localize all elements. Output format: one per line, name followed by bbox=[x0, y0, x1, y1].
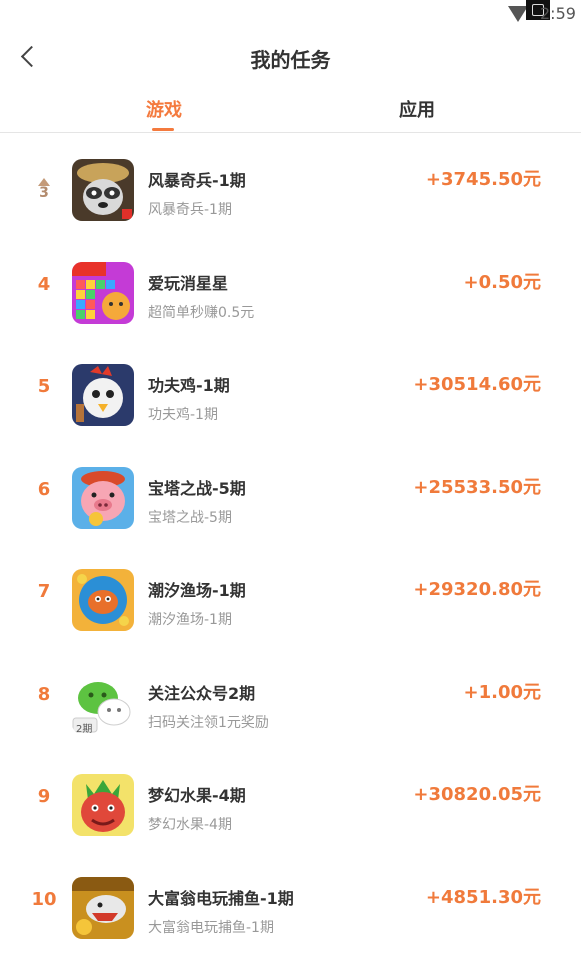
star-puzzle-icon bbox=[72, 262, 134, 324]
task-rank: 5 bbox=[23, 376, 65, 397]
task-reward: +3745.50元 bbox=[426, 165, 541, 191]
task-description: 大富翁电玩捕鱼-1期 bbox=[148, 917, 274, 937]
task-name: 梦幻水果-4期 bbox=[148, 782, 246, 806]
task-row[interactable]: 9 梦幻水果-4期 梦幻水果-4期 +30820.05元 bbox=[0, 748, 581, 851]
task-row[interactable]: 4 爱玩消星星 超简单秒赚0.5元 +0.50元 bbox=[0, 236, 581, 339]
task-description: 梦幻水果-4期 bbox=[148, 814, 232, 834]
task-list: 3 风暴奇兵-1期 风暴奇兵-1期 +3745.50元 4 bbox=[0, 133, 581, 953]
task-reward: +25533.50元 bbox=[413, 473, 541, 499]
task-row[interactable]: 10 大富翁电玩捕鱼-1期 大富翁电玩捕鱼-1期 +4851.30元 bbox=[0, 851, 581, 953]
task-name: 爱玩消星星 bbox=[148, 270, 228, 294]
task-description: 宝塔之战-5期 bbox=[148, 507, 232, 527]
task-rank: 3 bbox=[23, 185, 65, 201]
task-rank: 7 bbox=[23, 581, 65, 602]
task-name: 大富翁电玩捕鱼-1期 bbox=[148, 885, 294, 909]
top-bar: 我的任务 bbox=[0, 30, 581, 86]
task-row[interactable]: 3 风暴奇兵-1期 风暴奇兵-1期 +3745.50元 bbox=[0, 133, 581, 236]
wifi-icon bbox=[508, 6, 528, 22]
task-name: 风暴奇兵-1期 bbox=[148, 167, 246, 191]
pig-coin-icon bbox=[72, 467, 134, 529]
task-rank: 8 bbox=[23, 684, 65, 705]
task-reward: +30820.05元 bbox=[413, 780, 541, 806]
task-rank: 9 bbox=[23, 786, 65, 807]
raccoon-warrior-icon bbox=[72, 159, 134, 221]
tab-apps[interactable]: 应用 bbox=[399, 96, 435, 122]
task-row[interactable]: 6 宝塔之战-5期 宝塔之战-5期 +25533.50元 bbox=[0, 441, 581, 544]
task-rank: 4 bbox=[23, 274, 65, 295]
task-name: 功夫鸡-1期 bbox=[148, 372, 230, 396]
kungfu-rooster-icon bbox=[72, 364, 134, 426]
page-title: 我的任务 bbox=[0, 44, 581, 73]
status-time: 2:59 bbox=[540, 4, 576, 23]
task-name: 宝塔之战-5期 bbox=[148, 475, 246, 499]
task-reward: +0.50元 bbox=[464, 268, 542, 294]
task-name: 潮汐渔场-1期 bbox=[148, 577, 246, 601]
task-description: 功夫鸡-1期 bbox=[148, 404, 218, 424]
task-description: 潮汐渔场-1期 bbox=[148, 609, 232, 629]
task-description: 超简单秒赚0.5元 bbox=[148, 302, 254, 322]
task-description: 扫码关注领1元奖励 bbox=[148, 712, 269, 732]
tab-games[interactable]: 游戏 bbox=[146, 96, 182, 122]
fruit-monster-icon bbox=[72, 774, 134, 836]
task-reward: +30514.60元 bbox=[413, 370, 541, 396]
wechat-badge: 2期 bbox=[76, 720, 92, 735]
task-reward: +1.00元 bbox=[464, 678, 542, 704]
task-reward: +4851.30元 bbox=[426, 883, 541, 909]
task-row[interactable]: 5 功夫鸡-1期 功夫鸡-1期 +30514.60元 bbox=[0, 338, 581, 441]
active-tab-indicator bbox=[152, 128, 174, 131]
task-rank: 6 bbox=[23, 479, 65, 500]
task-row[interactable]: 7 潮汐渔场-1期 潮汐渔场-1期 +29320.80元 bbox=[0, 543, 581, 646]
status-bar: 2:59 bbox=[0, 0, 581, 30]
task-row[interactable]: 8 2期 关注公众号2期 扫码关注领1元奖励 +1.00元 bbox=[0, 646, 581, 749]
task-reward: +29320.80元 bbox=[413, 575, 541, 601]
task-name: 关注公众号2期 bbox=[148, 680, 255, 704]
task-description: 风暴奇兵-1期 bbox=[148, 199, 232, 219]
fishing-shark-icon bbox=[72, 877, 134, 939]
task-rank: 10 bbox=[23, 889, 65, 910]
fish-game-icon bbox=[72, 569, 134, 631]
tab-bar: 游戏 应用 bbox=[0, 88, 581, 133]
